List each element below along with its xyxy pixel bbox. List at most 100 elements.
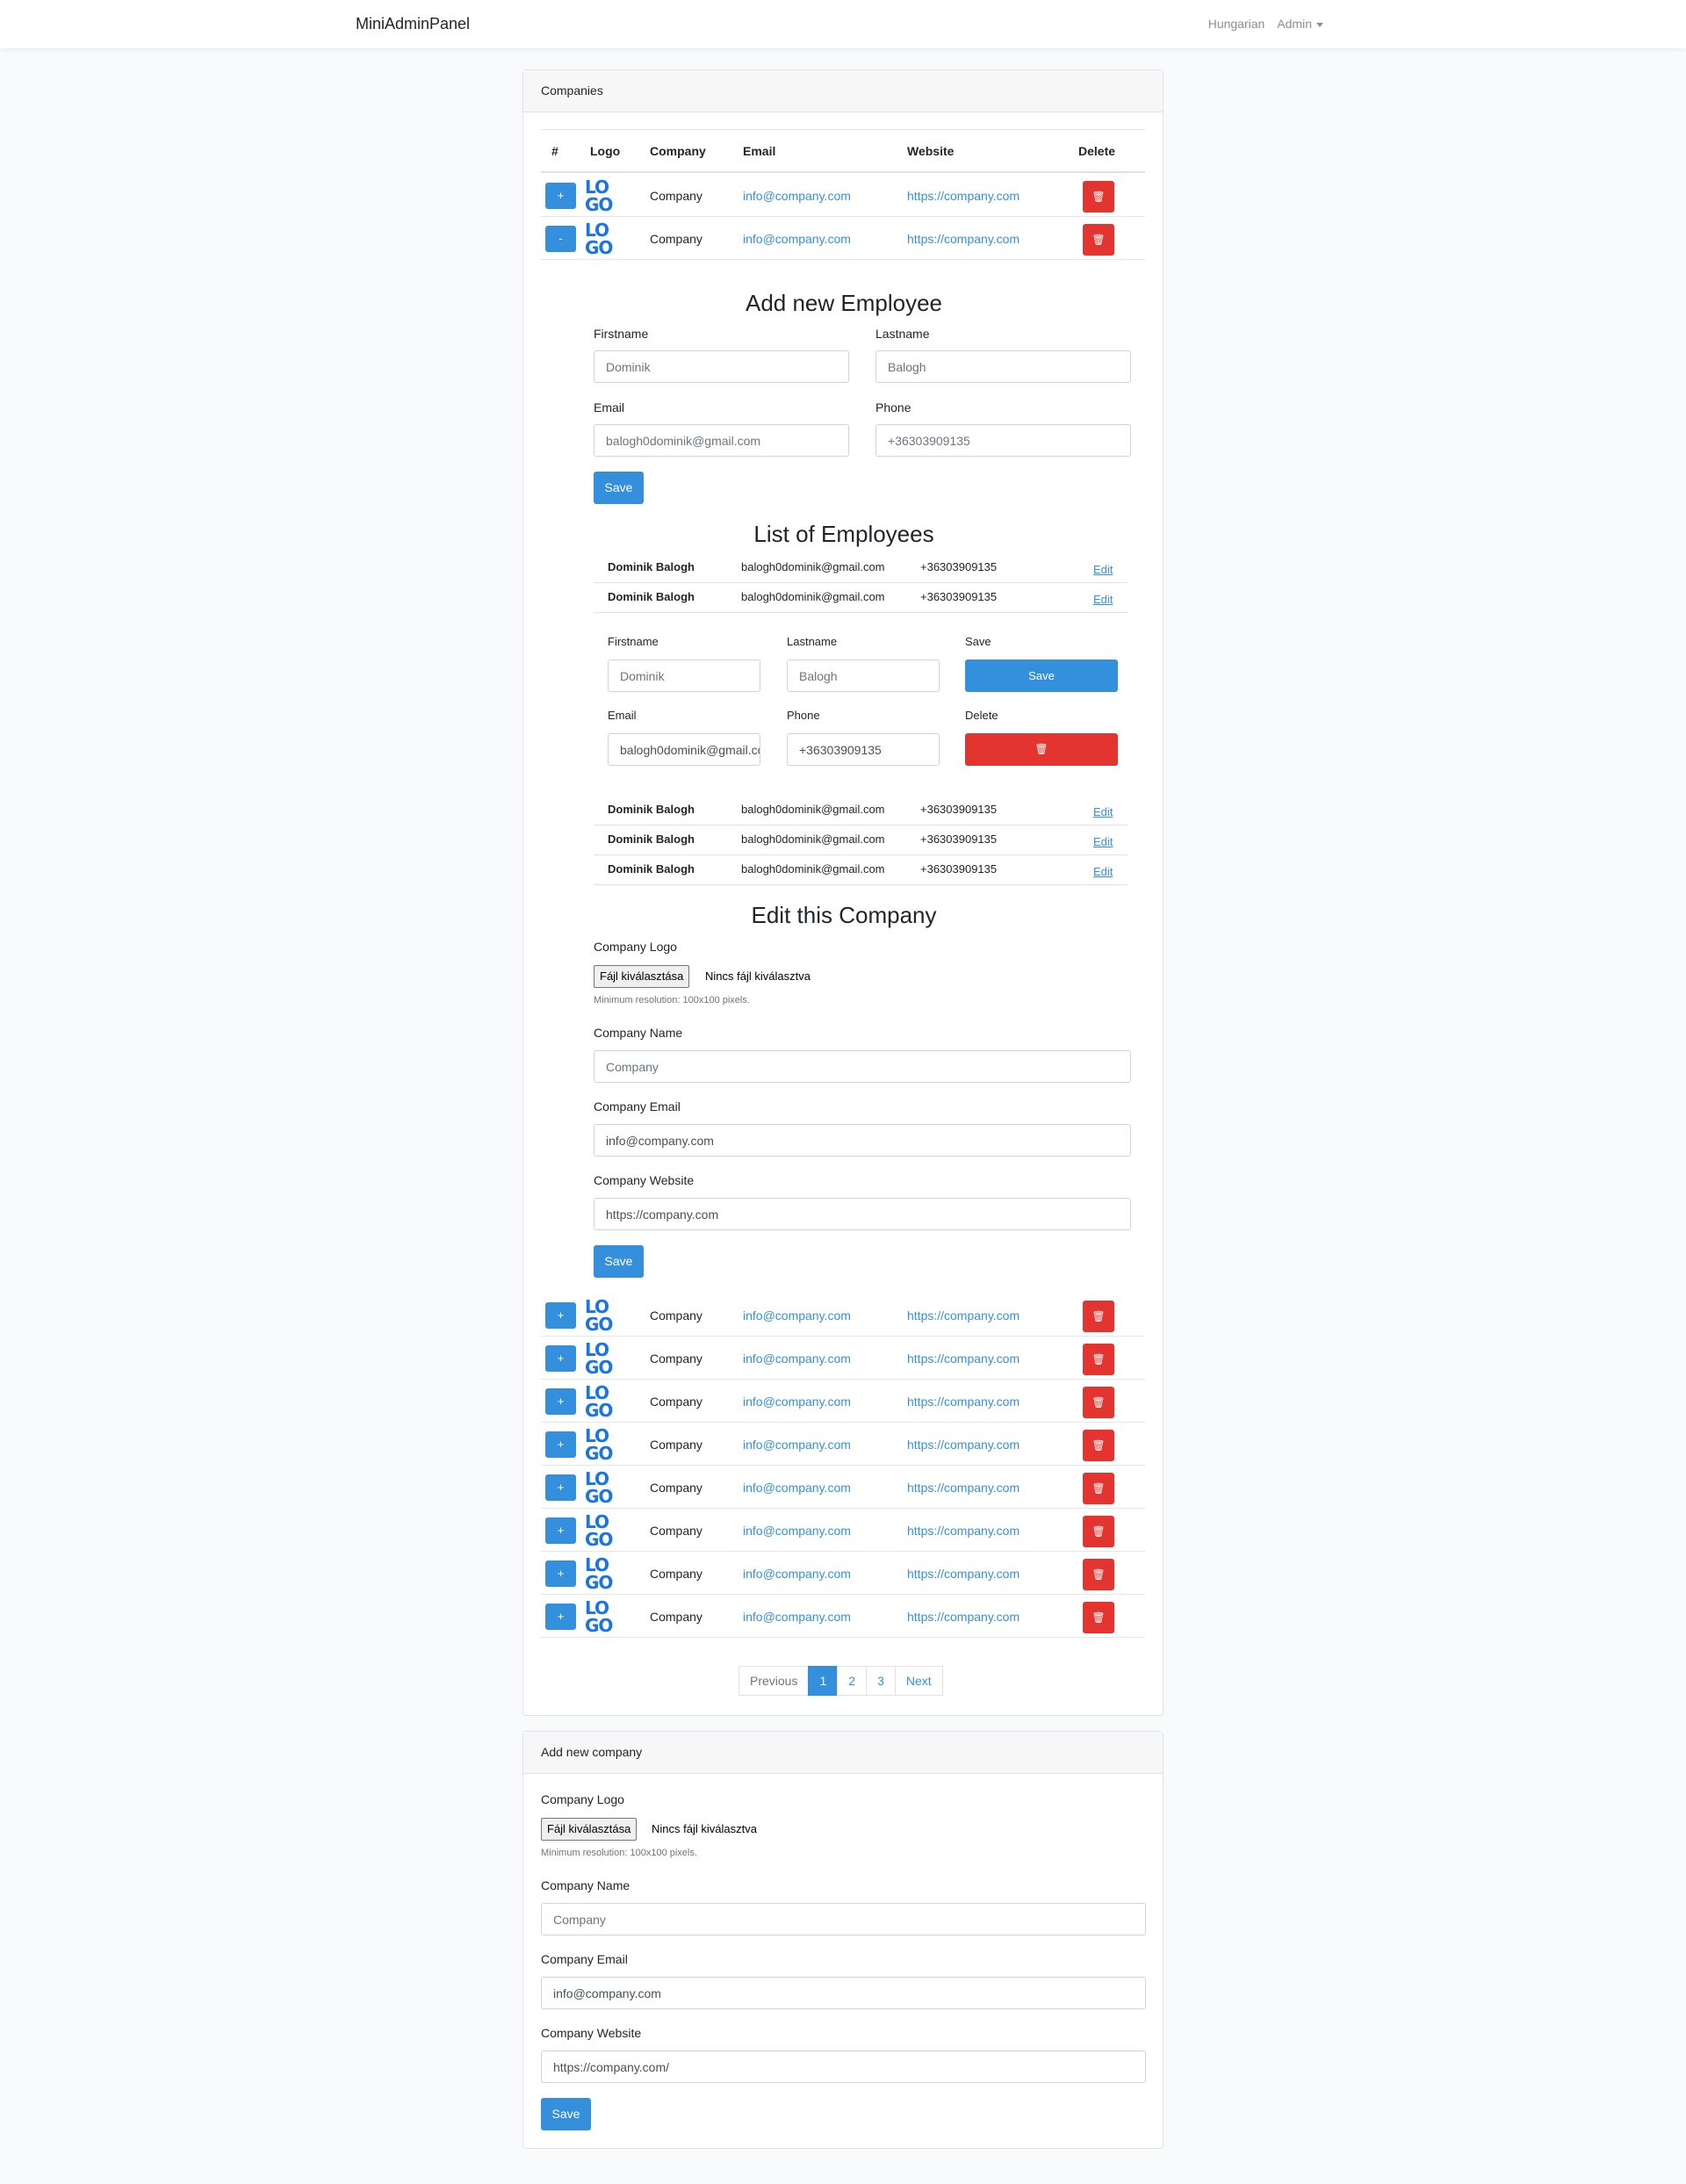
expand-toggle-button[interactable]: -	[545, 226, 576, 252]
lastname-input[interactable]: Balogh	[875, 350, 1131, 383]
company-email-link[interactable]: info@company.com	[743, 1610, 851, 1624]
user-dropdown[interactable]: Admin	[1277, 17, 1323, 31]
edit-email-input[interactable]: balogh0dominik@gmail.com	[608, 733, 760, 766]
logo-text-top: LO	[585, 1511, 609, 1532]
edit-company-file-button[interactable]: Fájl kiválasztása	[594, 965, 690, 988]
company-logo: LO GO	[584, 1512, 621, 1549]
company-email-link[interactable]: info@company.com	[743, 232, 851, 246]
company-email-link[interactable]: info@company.com	[743, 1351, 851, 1366]
pagination-previous[interactable]: Previous	[739, 1666, 810, 1696]
edit-email-label: Email	[608, 709, 637, 722]
company-website-link[interactable]: https://company.com	[907, 1481, 1020, 1495]
delete-company-button[interactable]: 🗑	[1083, 1301, 1114, 1332]
add-company-email-input[interactable]: info@company.com	[541, 1977, 1146, 2009]
language-link[interactable]: Hungarian	[1208, 17, 1265, 31]
logo-text-bottom: GO	[585, 1443, 613, 1464]
delete-company-button[interactable]: 🗑	[1083, 1344, 1114, 1375]
edit-company-website-input[interactable]: https://company.com	[594, 1198, 1131, 1230]
expand-toggle-button[interactable]: +	[545, 1604, 576, 1630]
save-employee-button[interactable]: Save	[594, 472, 644, 504]
company-name: Company	[650, 1610, 702, 1624]
edit-employee-link[interactable]: Edit	[1093, 865, 1113, 878]
company-email-link[interactable]: info@company.com	[743, 1395, 851, 1409]
add-company-website-label: Company Website	[541, 2026, 642, 2040]
company-website-link[interactable]: https://company.com	[907, 189, 1020, 203]
company-email-link[interactable]: info@company.com	[743, 1481, 851, 1495]
edit-save-button[interactable]: Save	[965, 660, 1118, 692]
add-company-website-input[interactable]: https://company.com/	[541, 2051, 1146, 2083]
company-website-link[interactable]: https://company.com	[907, 1610, 1020, 1624]
delete-company-button[interactable]: 🗑	[1083, 1387, 1114, 1418]
employee-email: balogh0dominik@gmail.com	[741, 803, 885, 816]
employee-email: balogh0dominik@gmail.com	[741, 590, 885, 603]
edit-delete-label: Delete	[965, 709, 998, 722]
delete-employee-button[interactable]: 🗑	[965, 733, 1118, 766]
delete-company-button[interactable]: 🗑	[1083, 1602, 1114, 1633]
company-email-link[interactable]: info@company.com	[743, 1438, 851, 1452]
expand-toggle-button[interactable]: +	[545, 1302, 576, 1329]
company-website-link[interactable]: https://company.com	[907, 1524, 1020, 1538]
trash-icon: 🗑	[1092, 1310, 1106, 1323]
company-logo: LO GO	[584, 1426, 621, 1463]
edit-company-email-input[interactable]: info@company.com	[594, 1124, 1131, 1157]
logo-text-top: LO	[585, 220, 609, 241]
employee-row: Dominik Balogh balogh0dominik@gmail.com …	[594, 855, 1128, 885]
edit-employee-link[interactable]: Edit	[1093, 593, 1113, 606]
company-row: + LO GO Company info@company.com https://comp…	[541, 1552, 1145, 1595]
company-website-link[interactable]: https://company.com	[907, 232, 1020, 246]
company-website-link[interactable]: https://company.com	[907, 1438, 1020, 1452]
pagination-page-2[interactable]: 2	[837, 1666, 868, 1696]
pagination-page-3[interactable]: 3	[866, 1666, 896, 1696]
edit-phone-input[interactable]: +36303909135	[787, 733, 940, 766]
add-company-name-label: Company Name	[541, 1878, 630, 1892]
logo-text-top: LO	[585, 177, 609, 198]
phone-input[interactable]: +36303909135	[875, 424, 1131, 457]
caret-down-icon	[1316, 22, 1323, 27]
email-input[interactable]: balogh0dominik@gmail.com	[594, 424, 849, 457]
edit-phone-label: Phone	[787, 709, 820, 722]
add-company-save-button[interactable]: Save	[541, 2098, 591, 2130]
company-email-link[interactable]: info@company.com	[743, 1524, 851, 1538]
edit-employee-link[interactable]: Edit	[1093, 835, 1113, 848]
pagination-page-1[interactable]: 1	[808, 1666, 839, 1696]
expand-toggle-button[interactable]: +	[545, 1345, 576, 1372]
company-email-link[interactable]: info@company.com	[743, 1308, 851, 1323]
expand-toggle-button[interactable]: +	[545, 1388, 576, 1415]
company-row: + LO GO Company info@company.com https://comp…	[541, 1294, 1145, 1337]
edit-company-name-input[interactable]: Company	[594, 1050, 1131, 1083]
edit-employee-link[interactable]: Edit	[1093, 805, 1113, 818]
edit-employee-link[interactable]: Edit	[1093, 563, 1113, 576]
expand-toggle-button[interactable]: +	[545, 1474, 576, 1501]
expand-toggle-button[interactable]: +	[545, 1561, 576, 1587]
edit-lastname-input[interactable]: Balogh	[787, 660, 940, 692]
delete-company-button[interactable]: 🗑	[1083, 224, 1114, 256]
firstname-input[interactable]: Dominik	[594, 350, 849, 383]
delete-company-button[interactable]: 🗑	[1083, 181, 1114, 213]
company-email-link[interactable]: info@company.com	[743, 1567, 851, 1581]
logo-text-bottom: GO	[585, 1615, 613, 1636]
edit-firstname-label: Firstname	[608, 635, 659, 648]
delete-company-button[interactable]: 🗑	[1083, 1430, 1114, 1461]
logo-text-top: LO	[585, 1382, 609, 1403]
brand-link[interactable]: MiniAdminPanel	[356, 15, 470, 33]
expand-toggle-button[interactable]: +	[545, 1517, 576, 1544]
edit-firstname-input[interactable]: Dominik	[608, 660, 760, 692]
logo-text-top: LO	[585, 1597, 609, 1618]
add-company-file-button[interactable]: Fájl kiválasztása	[541, 1818, 638, 1841]
add-company-name-input[interactable]: Company	[541, 1903, 1146, 1935]
expand-toggle-button[interactable]: +	[545, 1431, 576, 1458]
company-website-link[interactable]: https://company.com	[907, 1395, 1020, 1409]
employee-phone: +36303909135	[920, 803, 998, 816]
company-row: + LO GO Company info@company.com https://comp…	[541, 1595, 1145, 1638]
save-company-button[interactable]: Save	[594, 1245, 644, 1278]
expand-toggle-button[interactable]: +	[545, 183, 576, 209]
company-email-link[interactable]: info@company.com	[743, 189, 851, 203]
pagination-next[interactable]: Next	[894, 1666, 943, 1696]
delete-company-button[interactable]: 🗑	[1083, 1516, 1114, 1547]
delete-company-button[interactable]: 🗑	[1083, 1559, 1114, 1590]
delete-company-button[interactable]: 🗑	[1083, 1473, 1114, 1504]
edit-company-website-label: Company Website	[594, 1173, 695, 1187]
company-website-link[interactable]: https://company.com	[907, 1351, 1020, 1366]
company-website-link[interactable]: https://company.com	[907, 1308, 1020, 1323]
company-website-link[interactable]: https://company.com	[907, 1567, 1020, 1581]
